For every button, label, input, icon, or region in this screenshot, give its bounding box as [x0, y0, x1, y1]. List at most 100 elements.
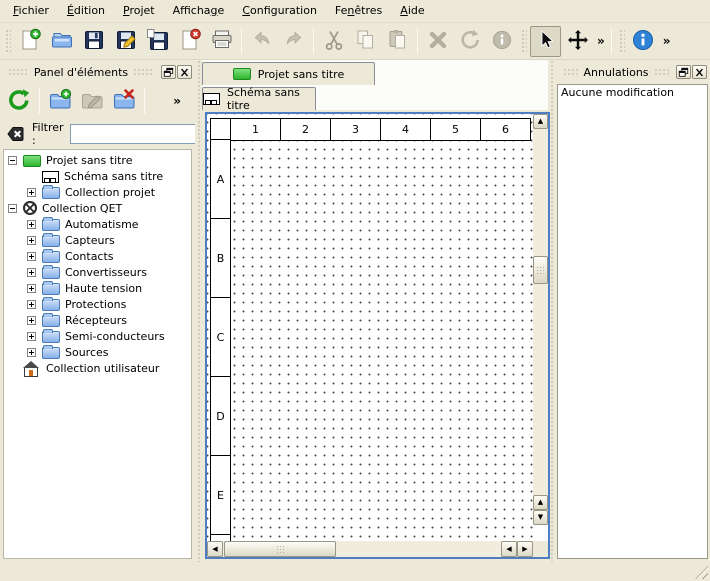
object-info-button[interactable] [486, 26, 517, 57]
paste-button[interactable] [382, 26, 413, 57]
info-blue-icon [631, 28, 655, 55]
tree-item[interactable]: Schéma sans titre [4, 168, 191, 184]
scroll-up-button[interactable] [533, 495, 548, 510]
tree-expander[interactable] [8, 204, 17, 213]
menu-item[interactable]: Fichier [4, 2, 58, 20]
toolbar-overflow-button[interactable]: » [594, 34, 607, 48]
tree-expander[interactable] [27, 236, 36, 245]
panel-toolbar-overflow-button[interactable]: » [170, 94, 183, 108]
tree-expander[interactable] [27, 188, 36, 197]
scroll-right-button[interactable] [517, 541, 533, 557]
tab-project[interactable]: Projet sans titre [202, 62, 375, 85]
float-panel-button[interactable] [161, 65, 176, 79]
print-icon [210, 28, 234, 55]
tree-expander[interactable] [27, 316, 36, 325]
menu-bar: FichierÉditionProjetAffichageConfigurati… [0, 0, 710, 23]
menu-item[interactable]: Fenêtres [326, 2, 391, 20]
resize-grip[interactable] [695, 566, 708, 579]
close-file-button[interactable] [174, 26, 205, 57]
scroll-left-button[interactable] [207, 541, 223, 557]
toolbar-overflow-button[interactable]: » [660, 34, 673, 48]
toolbar-drag-handle[interactable] [520, 28, 527, 54]
project-info-button[interactable] [628, 26, 659, 57]
tree-expander[interactable] [8, 156, 17, 165]
close-panel-button[interactable] [692, 65, 707, 79]
schema-view[interactable]: 123456 ABCDE [205, 112, 550, 559]
scroll-up-button[interactable] [533, 114, 548, 129]
scroll-left-button[interactable] [501, 541, 517, 557]
pan-mode-button[interactable] [562, 26, 593, 57]
delete-category-button[interactable] [109, 86, 139, 116]
tree-item[interactable]: Haute tension [4, 280, 191, 296]
tree-item[interactable]: Collection projet [4, 184, 191, 200]
undo-history-item[interactable]: Aucune modification [558, 85, 707, 100]
save-all-icon [146, 28, 170, 55]
toolbar-drag-handle[interactable] [4, 28, 11, 54]
tree-item[interactable]: Projet sans titre [4, 152, 191, 168]
tree-item[interactable]: Convertisseurs [4, 264, 191, 280]
tree-item[interactable]: Capteurs [4, 232, 191, 248]
new-document-button[interactable] [14, 26, 45, 57]
schema-canvas[interactable]: 123456 ABCDE [207, 114, 533, 541]
tree-expander[interactable] [27, 300, 36, 309]
float-panel-button[interactable] [676, 65, 691, 79]
left-splitter[interactable] [195, 60, 202, 562]
tree-item[interactable]: Sources [4, 344, 191, 360]
tree-item[interactable]: Automatisme [4, 216, 191, 232]
tree-expander[interactable] [27, 252, 36, 261]
dock-grip[interactable] [133, 68, 154, 76]
row-header: A [210, 139, 231, 219]
dock-grip[interactable] [563, 68, 578, 76]
tree-item[interactable]: Collection utilisateur [4, 360, 191, 376]
rotate-button[interactable] [454, 26, 485, 57]
column-header: 4 [380, 118, 431, 141]
save-as-button[interactable] [110, 26, 141, 57]
tree-expander[interactable] [27, 332, 36, 341]
redo-icon [282, 28, 306, 55]
dock-grip[interactable] [8, 68, 29, 76]
save-as-icon [114, 28, 138, 55]
dock-grip[interactable] [654, 68, 669, 76]
save-all-button[interactable] [142, 26, 173, 57]
scroll-down-button[interactable] [533, 510, 548, 525]
print-button[interactable] [206, 26, 237, 57]
horizontal-scroll-thumb[interactable] [224, 541, 336, 557]
tree-item-icon [42, 251, 60, 263]
menu-item[interactable]: Projet [114, 2, 164, 20]
collections-tree: Projet sans titre Schéma sans titre Coll… [3, 149, 192, 559]
vertical-scrollbar[interactable] [533, 114, 548, 525]
undo-history-list[interactable]: Aucune modification [557, 84, 708, 559]
clear-filter-button[interactable] [6, 124, 26, 144]
selection-mode-button[interactable] [530, 26, 561, 57]
tree-item[interactable]: Récepteurs [4, 312, 191, 328]
tree-item[interactable]: Semi-conducteurs [4, 328, 191, 344]
tree-item[interactable]: Collection QET [4, 200, 191, 216]
toolbar-drag-handle[interactable] [618, 28, 625, 54]
tree-item[interactable]: Protections [4, 296, 191, 312]
save-button[interactable] [78, 26, 109, 57]
menu-item[interactable]: Édition [58, 2, 114, 20]
edit-category-button[interactable] [77, 86, 107, 116]
tree-expander[interactable] [27, 220, 36, 229]
elements-panel-header: Panel d'éléments [0, 62, 195, 82]
redo-button[interactable] [278, 26, 309, 57]
reload-collections-button[interactable] [4, 86, 34, 116]
delete-button[interactable] [422, 26, 453, 57]
tree-expander[interactable] [27, 268, 36, 277]
vertical-scroll-thumb[interactable] [533, 256, 548, 284]
tree-expander[interactable] [27, 348, 36, 357]
undo-button[interactable] [246, 26, 277, 57]
tree-item[interactable]: Contacts [4, 248, 191, 264]
close-panel-button[interactable] [177, 65, 192, 79]
toolbar-separator [417, 28, 418, 54]
horizontal-scrollbar[interactable] [207, 541, 533, 557]
copy-button[interactable] [350, 26, 381, 57]
menu-item[interactable]: Aide [391, 2, 433, 20]
tree-expander[interactable] [27, 284, 36, 293]
menu-item[interactable]: Configuration [233, 2, 326, 20]
open-project-button[interactable] [46, 26, 77, 57]
new-category-button[interactable] [45, 86, 75, 116]
tab-schema[interactable]: Schéma sans titre [202, 87, 316, 110]
cut-button[interactable] [318, 26, 349, 57]
menu-item[interactable]: Affichage [164, 2, 234, 20]
